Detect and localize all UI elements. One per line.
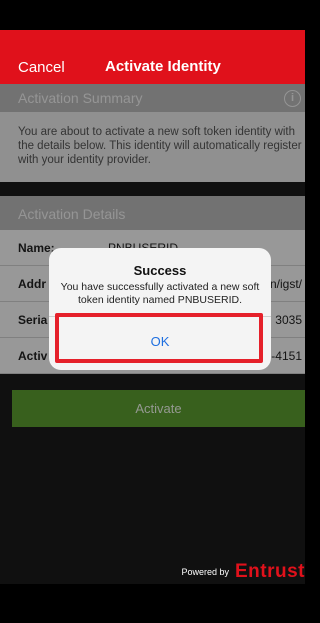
- page-title: Activate Identity: [105, 58, 221, 75]
- entrust-logo: Entrust: [235, 561, 305, 582]
- app-screen: Cancel Activate Identity Activation Summ…: [0, 0, 305, 623]
- status-bar: [0, 0, 305, 30]
- alert-title: Success: [133, 263, 187, 278]
- powered-by-label: Powered by: [181, 567, 229, 577]
- alert-message: You have successfully activated a new so…: [60, 281, 260, 306]
- bottom-bar: [0, 584, 305, 623]
- ok-highlight-box: [55, 313, 263, 363]
- cancel-button[interactable]: Cancel: [18, 59, 65, 76]
- powered-by-footer: Powered by Entrust: [181, 561, 305, 582]
